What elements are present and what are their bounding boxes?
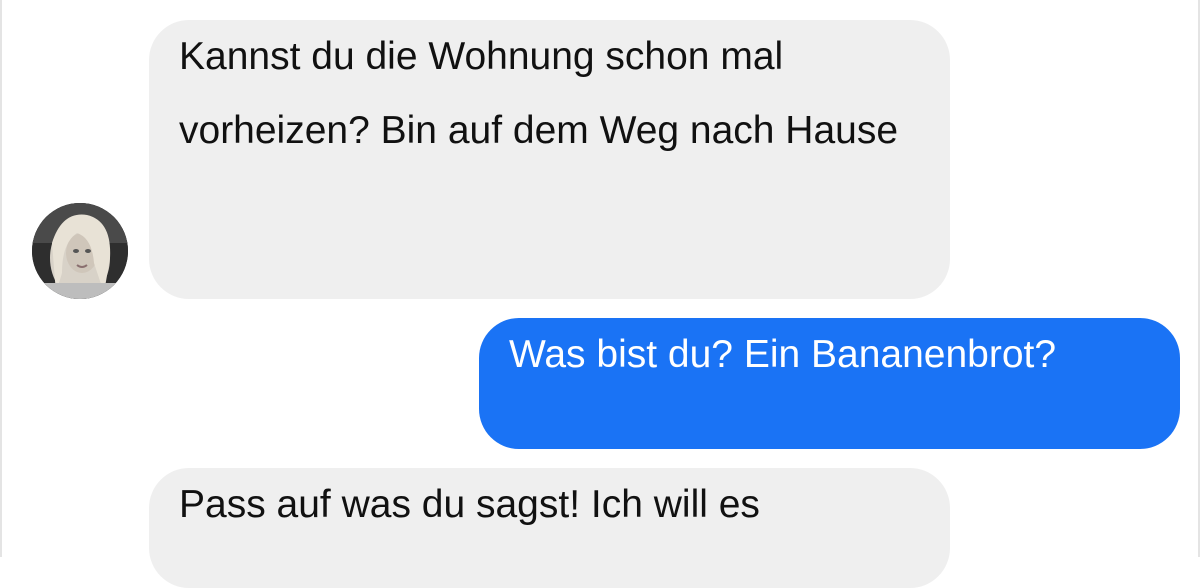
outgoing-message-bubble[interactable]: Was bist du? Ein Bananenbrot? bbox=[479, 318, 1180, 449]
incoming-message-bubble[interactable]: Kannst du die Wohnung schon mal vorheize… bbox=[149, 20, 950, 299]
message-text: Was bist du? Ein Bananenbrot? bbox=[509, 333, 1057, 376]
message-text: Pass auf was du sagst! Ich will es bbox=[179, 483, 760, 526]
incoming-message-bubble[interactable]: Pass auf was du sagst! Ich will es bbox=[149, 468, 950, 588]
chat-thread: Kannst du die Wohnung schon mal vorheize… bbox=[0, 0, 1200, 588]
message-text: Kannst du die Wohnung schon mal vorheize… bbox=[179, 35, 899, 152]
avatar-photo-icon bbox=[32, 203, 128, 299]
contact-avatar[interactable] bbox=[32, 203, 128, 299]
